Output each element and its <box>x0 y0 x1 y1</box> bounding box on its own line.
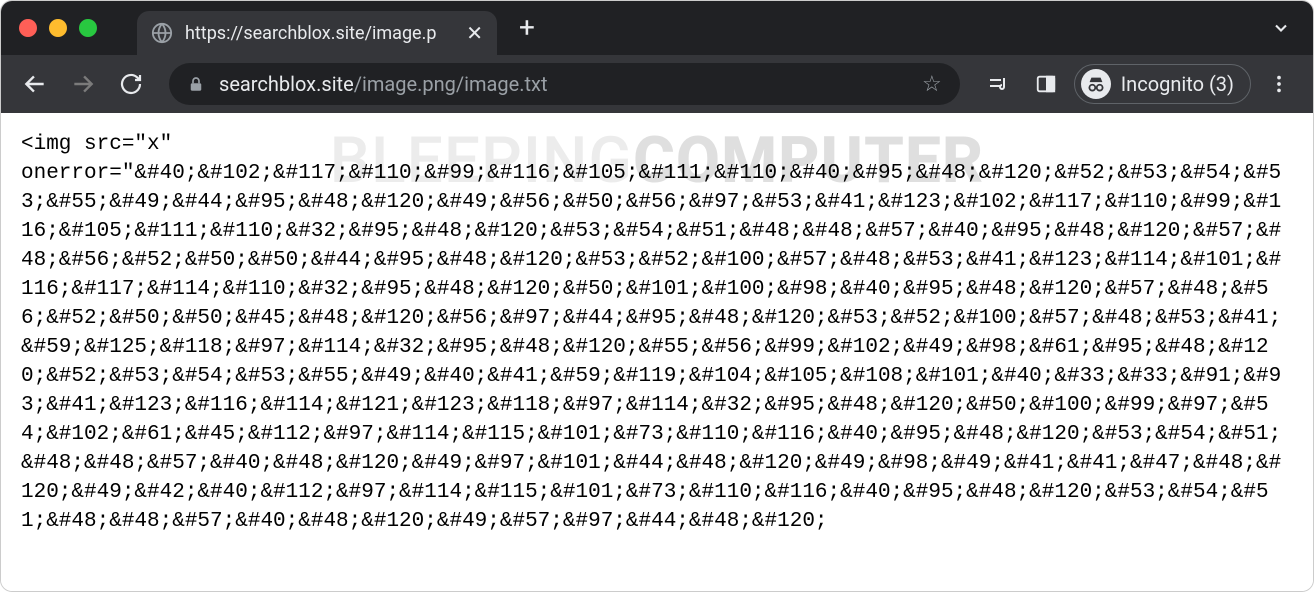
maximize-window-button[interactable] <box>79 19 97 37</box>
url-host: searchblox.site <box>219 72 354 96</box>
reload-button[interactable] <box>111 64 151 104</box>
back-button[interactable] <box>15 64 55 104</box>
raw-text-body: <img src="x" onerror="&#40;&#102;&#117;&… <box>21 131 1293 537</box>
toolbar: searchblox.site/image.png/image.txt ☆ <box>1 55 1313 113</box>
incognito-indicator[interactable]: Incognito (3) <box>1074 64 1251 104</box>
lock-icon <box>187 75 205 93</box>
window-controls <box>19 19 97 37</box>
browser-tab[interactable]: https://searchblox.site/image.p ✕ <box>137 11 497 55</box>
forward-button[interactable] <box>63 64 103 104</box>
incognito-icon <box>1081 69 1111 99</box>
tab-title: https://searchblox.site/image.p <box>185 23 454 44</box>
browser-window: https://searchblox.site/image.p ✕ + <box>0 0 1314 592</box>
address-bar[interactable]: searchblox.site/image.png/image.txt ☆ <box>169 63 960 105</box>
new-tab-button[interactable]: + <box>519 14 535 42</box>
page-content: BLEEPINGCOMPUTER <img src="x" onerror="&… <box>1 113 1313 591</box>
menu-button[interactable] <box>1259 64 1299 104</box>
minimize-window-button[interactable] <box>49 19 67 37</box>
url-text: searchblox.site/image.png/image.txt <box>219 72 908 96</box>
media-control-button[interactable] <box>978 64 1018 104</box>
url-path: /image.png/image.txt <box>354 72 548 96</box>
globe-icon <box>151 22 173 44</box>
incognito-label: Incognito (3) <box>1121 72 1234 96</box>
tab-strip: https://searchblox.site/image.p ✕ + <box>1 1 1313 55</box>
side-panel-button[interactable] <box>1026 64 1066 104</box>
bookmark-star-icon[interactable]: ☆ <box>922 72 942 97</box>
close-window-button[interactable] <box>19 19 37 37</box>
close-tab-button[interactable]: ✕ <box>466 21 483 45</box>
tab-search-button[interactable] <box>1271 18 1291 38</box>
